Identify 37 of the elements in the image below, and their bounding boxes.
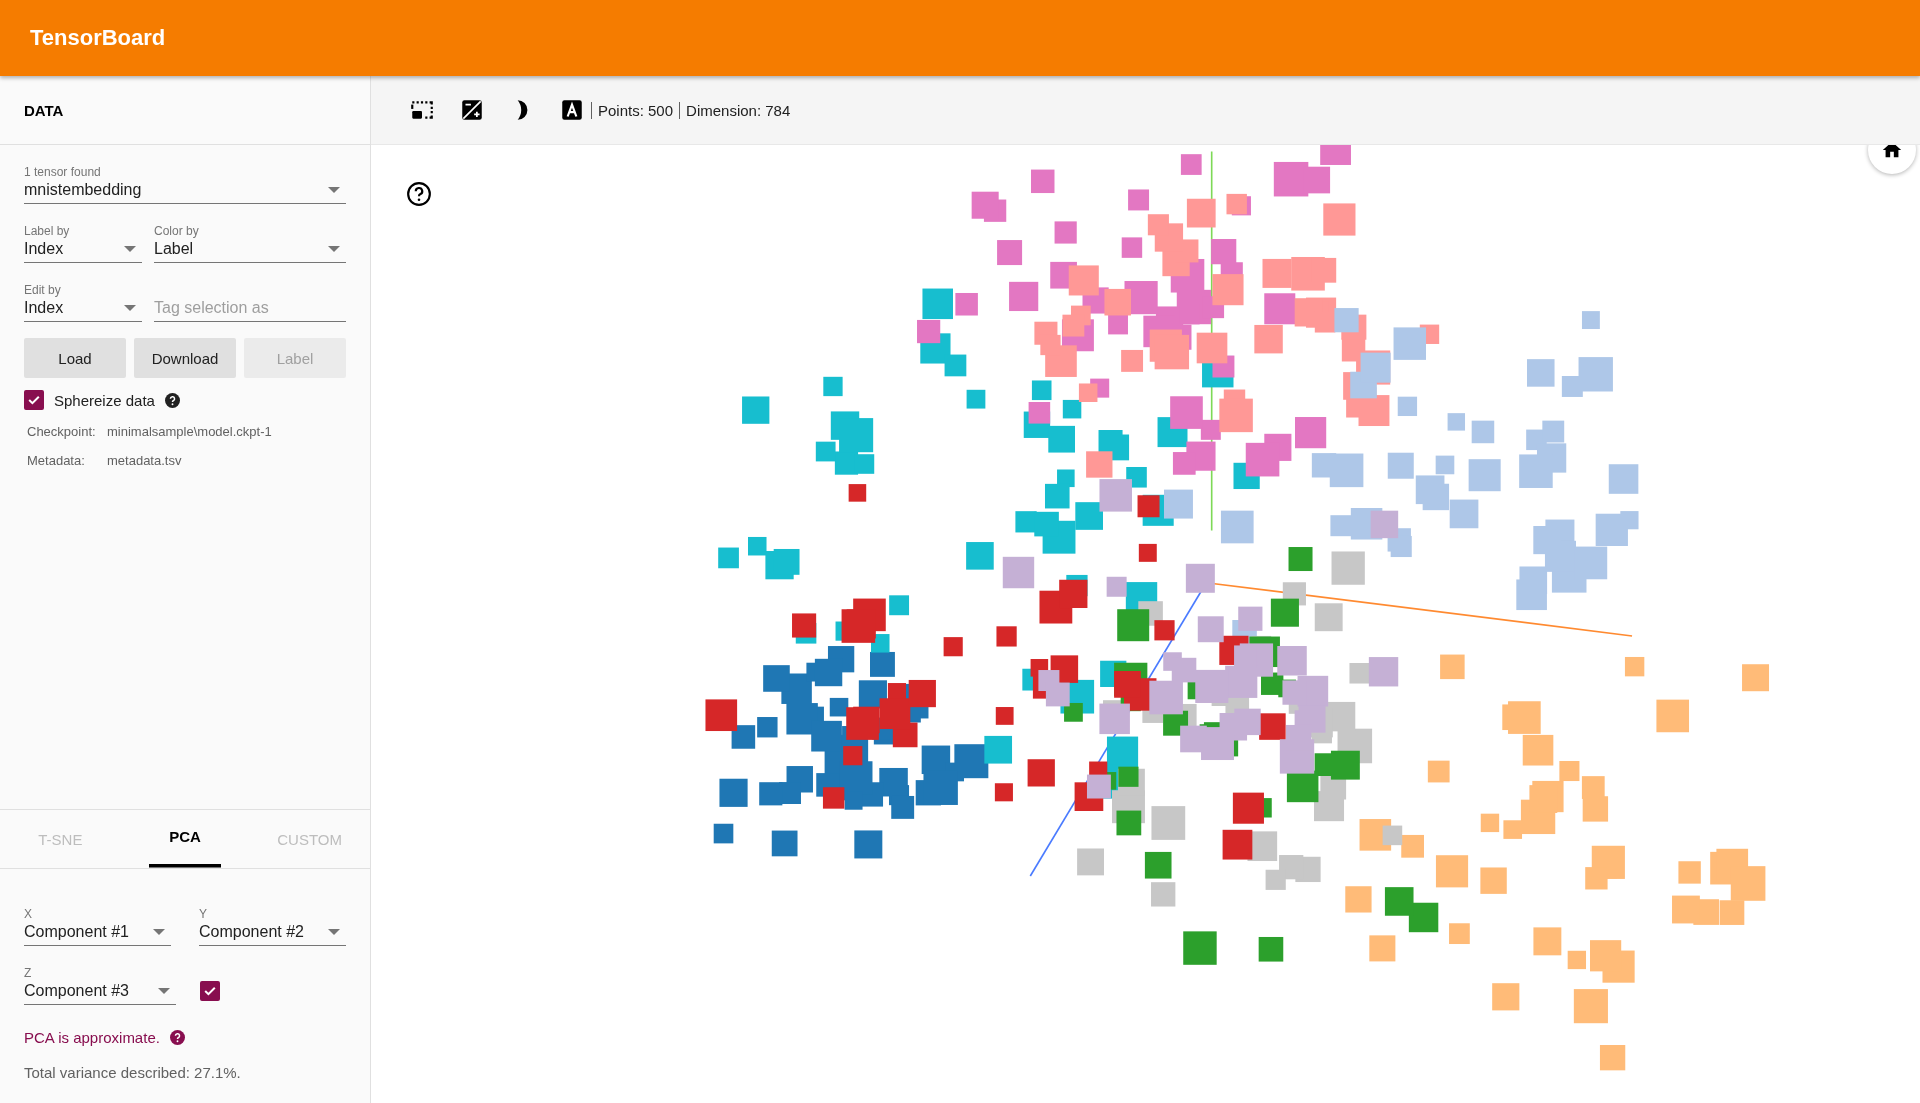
info-key: Checkpoint: <box>27 424 107 439</box>
projection-tab[interactable]: PCA <box>148 810 222 868</box>
x-component-dropdown[interactable]: X Component #1 <box>24 907 171 946</box>
edit-by-dropdown[interactable]: Edit by Index <box>24 283 142 322</box>
y-component-dropdown[interactable]: Y Component #2 <box>199 907 346 946</box>
variance-text: Total variance described: 27.1%. <box>24 1064 242 1081</box>
label-by-dropdown[interactable]: Label by Index <box>24 224 142 263</box>
checkbox[interactable] <box>24 390 44 410</box>
action-button[interactable]: Download <box>134 338 236 378</box>
color-by-dropdown[interactable]: Color by Label <box>154 224 346 263</box>
z-component-dropdown[interactable]: Z Component #3 <box>24 966 176 1005</box>
caret-icon <box>153 929 165 935</box>
tag-field[interactable]: Tag selection as <box>154 295 346 322</box>
caret-icon <box>158 988 170 994</box>
info-key: Metadata: <box>27 453 107 468</box>
dimension-count: Dimension: 784 <box>679 101 791 119</box>
app-title: TensorBoard <box>30 25 166 51</box>
caret-icon <box>124 305 136 311</box>
caret-icon <box>328 187 340 193</box>
checkbox[interactable] <box>200 980 220 1001</box>
action-button[interactable]: Load <box>24 338 126 378</box>
checkbox-label: Sphereize data <box>54 391 155 409</box>
contrast-icon[interactable] <box>459 97 485 123</box>
points-count: Points: 500 <box>591 101 674 119</box>
help-icon[interactable] <box>169 1030 185 1045</box>
section-title: DATA <box>24 101 64 119</box>
info-value: metadata.tsv <box>107 453 182 468</box>
label-icon[interactable] <box>559 97 585 123</box>
help-icon[interactable] <box>164 392 180 408</box>
tensor-dropdown[interactable]: 1 tensor found mnistembedding <box>24 165 346 204</box>
pca-note: PCA is approximate. <box>24 1029 160 1046</box>
info-value: minimalsample\model.ckpt-1 <box>107 424 272 439</box>
scatter-plot-drawing[interactable] <box>705 145 1770 1071</box>
caret-icon <box>124 246 136 252</box>
caret-icon <box>328 246 340 252</box>
help-icon[interactable] <box>406 181 432 207</box>
caret-icon <box>328 929 340 935</box>
